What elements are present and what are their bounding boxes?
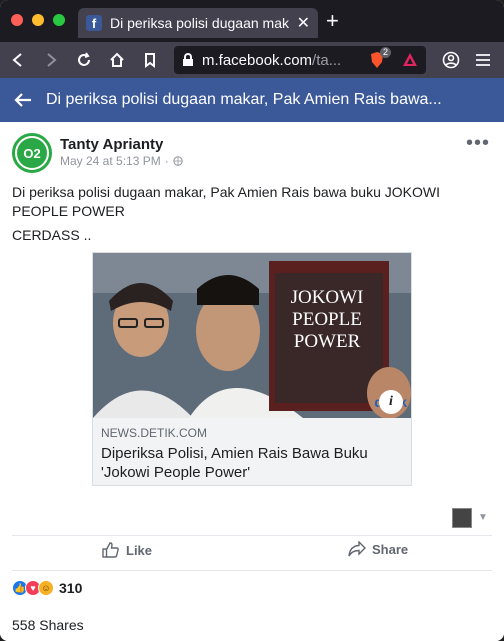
facebook-header: Di periksa polisi dugaan makar, Pak Amie…	[0, 78, 504, 122]
globe-icon	[173, 156, 183, 166]
brave-shield-button[interactable]: 2	[362, 45, 392, 75]
browser-tab[interactable]: f Di periksa polisi dugaan makar, P ✕	[78, 8, 318, 38]
brave-rewards-button[interactable]	[395, 45, 425, 75]
thumbs-up-icon	[102, 542, 119, 558]
book-cover-text: JOKOWI PEOPLE POWER	[290, 287, 364, 352]
navigation-bar: m.facebook.com/ta... 2	[0, 42, 504, 78]
forward-icon[interactable]	[36, 45, 66, 75]
share-button[interactable]: Share	[348, 541, 408, 557]
window-close-button[interactable]	[11, 14, 23, 26]
post-text: Di periksa polisi dugaan makar, Pak Amie…	[12, 184, 440, 219]
account-icon[interactable]	[436, 45, 466, 75]
tab-bar: f Di periksa polisi dugaan makar, P ✕ +	[0, 0, 504, 42]
share-count[interactable]: 558 Shares	[12, 617, 84, 633]
share-label: Share	[372, 541, 409, 557]
divider	[12, 535, 492, 536]
window-minimize-button[interactable]	[32, 14, 44, 26]
avatar[interactable]: O2	[12, 133, 52, 173]
info-icon[interactable]: i	[379, 390, 403, 414]
meta-separator: ·	[164, 154, 169, 168]
caret-down-icon[interactable]: ▼	[478, 512, 488, 523]
reaction-count: 310	[59, 580, 83, 596]
home-icon[interactable]	[102, 45, 132, 75]
post-timestamp[interactable]: May 24 at 5:13 PM	[60, 154, 161, 168]
back-icon[interactable]	[3, 45, 33, 75]
tab-close-icon[interactable]: ✕	[297, 13, 310, 33]
post-author[interactable]: Tanty Aprianty	[60, 136, 163, 153]
divider	[12, 570, 492, 571]
post-text-second: CERDASS ..	[12, 227, 92, 243]
fb-back-button[interactable]	[0, 78, 46, 122]
bookmark-icon[interactable]	[135, 45, 165, 75]
reactions-summary[interactable]: 👍 ♥ ☺ 310	[12, 580, 82, 596]
post: O2 Tanty Aprianty May 24 at 5:13 PM · ••…	[0, 122, 504, 641]
tab-title: Di periksa polisi dugaan makar, P	[110, 15, 289, 31]
link-preview-card[interactable]: JOKOWI PEOPLE POWER detik i NEWS.DETIK.C…	[92, 252, 412, 486]
like-label: Like	[126, 542, 153, 558]
more-options-icon[interactable]: •••	[466, 133, 490, 153]
brave-rewards-icon	[403, 53, 417, 66]
reload-icon[interactable]	[69, 45, 99, 75]
new-tab-icon[interactable]: +	[326, 10, 339, 32]
fb-header-title: Di periksa polisi dugaan makar, Pak Amie…	[46, 91, 442, 108]
avatar-logo-text: O2	[17, 138, 47, 168]
link-domain: NEWS.DETIK.COM	[101, 426, 208, 440]
window-maximize-button[interactable]	[53, 14, 65, 26]
post-meta: May 24 at 5:13 PM ·	[60, 154, 183, 168]
arrow-left-icon	[14, 93, 31, 107]
browser-window: f Di periksa polisi dugaan makar, P ✕ + …	[0, 0, 504, 641]
page-thumbnail[interactable]	[452, 508, 472, 528]
lock-icon	[183, 53, 193, 66]
link-headline: Diperiksa Polisi, Amien Rais Bawa Buku '…	[101, 445, 368, 481]
haha-reaction-icon: ☺	[38, 580, 54, 596]
shield-count: 2	[379, 47, 391, 58]
share-arrow-icon	[348, 541, 366, 557]
menu-icon[interactable]	[468, 45, 498, 75]
link-preview-image: JOKOWI PEOPLE POWER detik i	[93, 253, 411, 418]
facebook-favicon-icon: f	[86, 15, 102, 31]
like-button[interactable]: Like	[102, 541, 152, 559]
